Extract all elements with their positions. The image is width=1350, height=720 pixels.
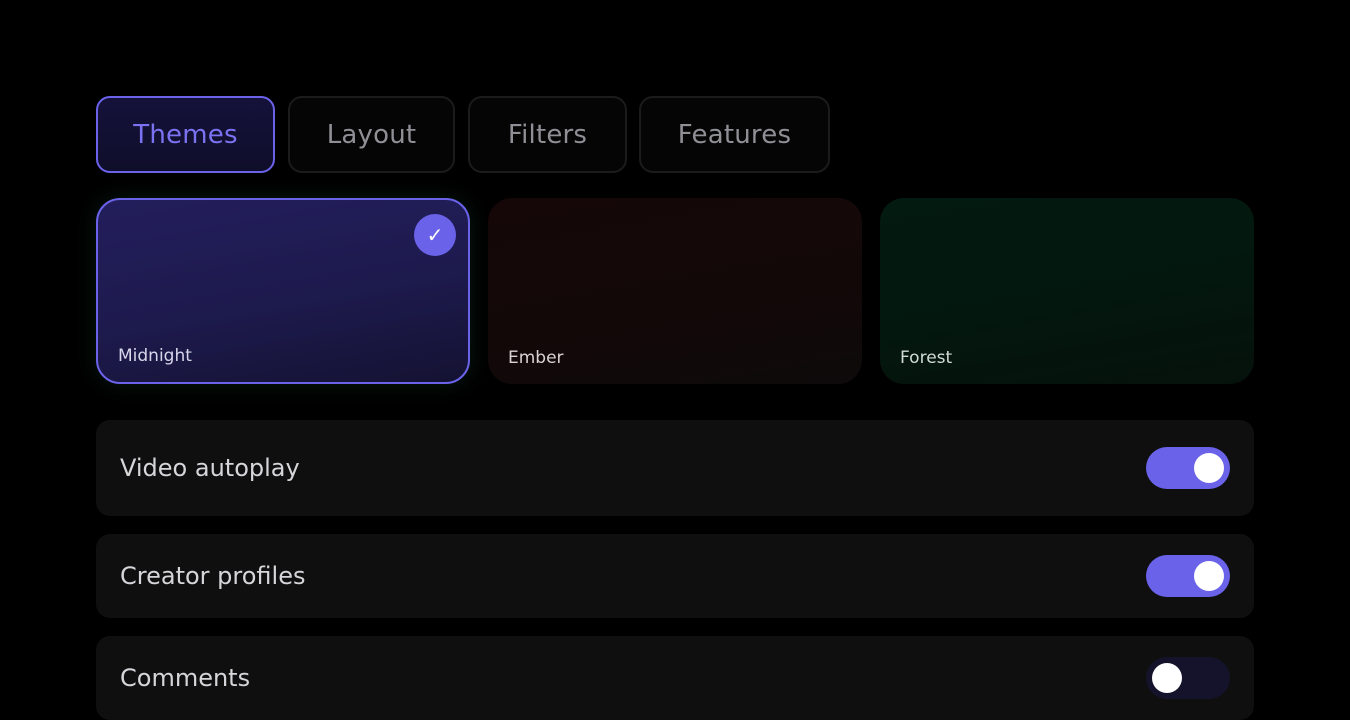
setting-row-comments: Comments: [96, 636, 1254, 720]
setting-row-creator-profiles: Creator profiles: [96, 534, 1254, 618]
comments-toggle[interactable]: [1146, 657, 1230, 699]
setting-label: Video autoplay: [120, 454, 300, 482]
setting-label: Creator profiles: [120, 562, 306, 590]
theme-card-midnight[interactable]: ✓ Midnight: [96, 198, 470, 384]
setting-label: Comments: [120, 664, 251, 692]
check-icon: ✓: [414, 214, 456, 256]
setting-row-video-autoplay: Video autoplay: [96, 420, 1254, 516]
creator-profiles-toggle[interactable]: [1146, 555, 1230, 597]
settings-screen: Themes Layout Filters Features ✓ Midnigh…: [0, 0, 1350, 720]
tab-themes[interactable]: Themes: [96, 96, 275, 173]
theme-card-ember[interactable]: Ember: [488, 198, 862, 384]
toggle-knob: [1152, 663, 1182, 693]
theme-card-label: Forest: [900, 348, 953, 368]
theme-card-label: Ember: [508, 348, 564, 368]
tab-features[interactable]: Features: [639, 96, 830, 173]
theme-card-label: Midnight: [118, 346, 192, 366]
tab-layout[interactable]: Layout: [288, 96, 455, 173]
tab-filters[interactable]: Filters: [468, 96, 627, 173]
toggle-knob: [1194, 561, 1224, 591]
video-autoplay-toggle[interactable]: [1146, 447, 1230, 489]
theme-card-forest[interactable]: Forest: [880, 198, 1254, 384]
toggle-knob: [1194, 453, 1224, 483]
